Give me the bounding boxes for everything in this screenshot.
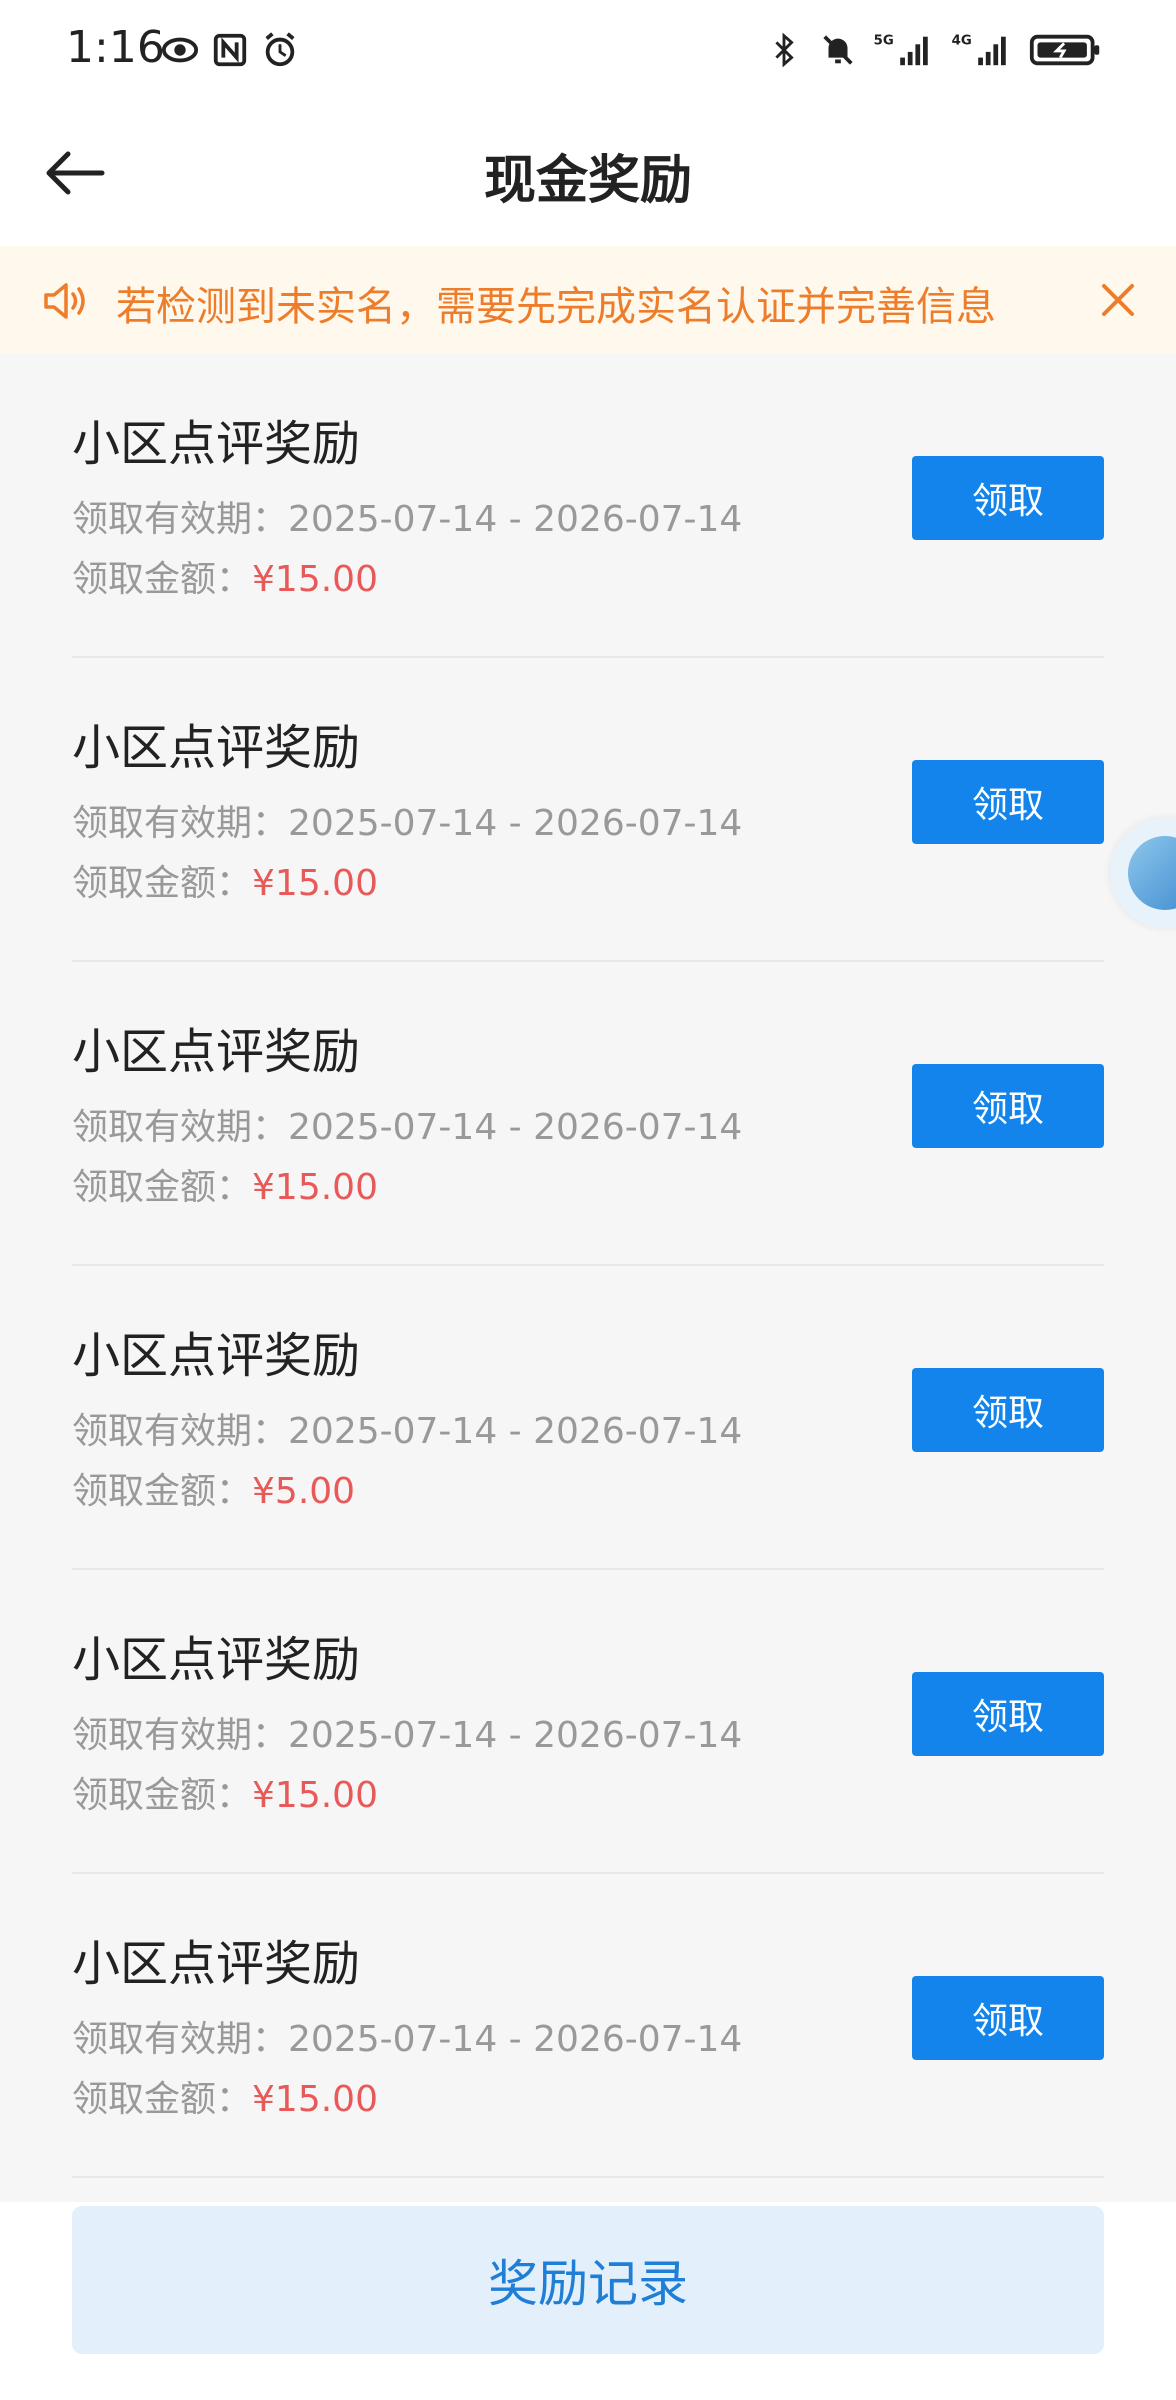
claim-button[interactable]: 领取 (912, 760, 1104, 844)
signal-4g-icon: 4G (950, 30, 1014, 70)
reward-period: 领取有效期：2025-07-14 - 2026-07-14 (72, 1706, 742, 1758)
reward-title: 小区点评奖励 (72, 1936, 361, 1992)
amount-label: 领取金额： (72, 1471, 253, 1512)
reward-title: 小区点评奖励 (72, 1632, 361, 1688)
notice-bar: 若检测到未实名，需要先完成实名认证并完善信息 (0, 246, 1176, 354)
reward-amount: 领取金额：¥5.00 (72, 1462, 355, 1514)
mute-icon (818, 30, 858, 70)
reward-title: 小区点评奖励 (72, 1328, 361, 1384)
reward-item: 小区点评奖励 领取有效期：2025-07-14 - 2026-07-14 领取金… (72, 962, 1104, 1266)
reward-period: 领取有效期：2025-07-14 - 2026-07-14 (72, 1402, 742, 1454)
reward-title: 小区点评奖励 (72, 720, 361, 776)
period-label: 领取有效期： (72, 499, 289, 540)
status-right-icons: 5G 4G (764, 30, 1104, 70)
claim-button[interactable]: 领取 (912, 1064, 1104, 1148)
amount-value: ¥5.00 (252, 1471, 356, 1512)
amount-label: 领取金额： (72, 559, 253, 600)
period-label: 领取有效期： (72, 1411, 289, 1452)
signal-5g-label: 5G (874, 33, 894, 48)
period-value: 2025-07-14 - 2026-07-14 (288, 499, 743, 540)
period-value: 2025-07-14 - 2026-07-14 (288, 2019, 743, 2060)
reward-amount: 领取金额：¥15.00 (72, 550, 378, 602)
bluetooth-icon (764, 30, 804, 70)
amount-value: ¥15.00 (252, 1775, 378, 1816)
amount-value: ¥15.00 (252, 863, 378, 904)
amount-label: 领取金额： (72, 863, 253, 904)
period-label: 领取有效期： (72, 803, 289, 844)
assistant-icon (1128, 836, 1176, 910)
status-bar: 1:16 5G 4G (0, 0, 1176, 100)
reward-list: 小区点评奖励 领取有效期：2025-07-14 - 2026-07-14 领取金… (0, 354, 1176, 2178)
period-value: 2025-07-14 - 2026-07-14 (288, 803, 743, 844)
nav-bar: 现金奖励 (0, 100, 1176, 246)
reward-item: 小区点评奖励 领取有效期：2025-07-14 - 2026-07-14 领取金… (72, 658, 1104, 962)
reward-item: 小区点评奖励 领取有效期：2025-07-14 - 2026-07-14 领取金… (72, 1874, 1104, 2178)
eye-icon (160, 30, 200, 70)
reward-item: 小区点评奖励 领取有效期：2025-07-14 - 2026-07-14 领取金… (72, 1266, 1104, 1570)
battery-icon (1028, 30, 1104, 70)
signal-4g-label: 4G (952, 33, 972, 48)
page-title: 现金奖励 (483, 151, 692, 211)
reward-period: 领取有效期：2025-07-14 - 2026-07-14 (72, 794, 742, 846)
reward-amount: 领取金额：¥15.00 (72, 1766, 378, 1818)
signal-5g-icon: 5G (872, 30, 936, 70)
period-label: 领取有效期： (72, 1107, 289, 1148)
claim-button[interactable]: 领取 (912, 456, 1104, 540)
claim-button[interactable]: 领取 (912, 1672, 1104, 1756)
period-value: 2025-07-14 - 2026-07-14 (288, 1411, 743, 1452)
reward-item: 小区点评奖励 领取有效期：2025-07-14 - 2026-07-14 领取金… (72, 1570, 1104, 1874)
reward-title: 小区点评奖励 (72, 1024, 361, 1080)
amount-label: 领取金额： (72, 2079, 253, 2120)
amount-value: ¥15.00 (252, 2079, 378, 2120)
reward-records-button[interactable]: 奖励记录 (72, 2206, 1104, 2354)
amount-label: 领取金额： (72, 1775, 253, 1816)
claim-button[interactable]: 领取 (912, 1368, 1104, 1452)
reward-period: 领取有效期：2025-07-14 - 2026-07-14 (72, 2010, 742, 2062)
reward-period: 领取有效期：2025-07-14 - 2026-07-14 (72, 490, 742, 542)
reward-title: 小区点评奖励 (72, 416, 361, 472)
amount-value: ¥15.00 (252, 1167, 378, 1208)
notice-text: 若检测到未实名，需要先完成实名认证并完善信息 (116, 284, 996, 330)
reward-amount: 领取金额：¥15.00 (72, 2070, 378, 2122)
period-label: 领取有效期： (72, 2019, 289, 2060)
period-value: 2025-07-14 - 2026-07-14 (288, 1715, 743, 1756)
close-icon[interactable] (1094, 276, 1142, 324)
period-value: 2025-07-14 - 2026-07-14 (288, 1107, 743, 1148)
speaker-icon (40, 276, 90, 326)
reward-amount: 领取金额：¥15.00 (72, 1158, 378, 1210)
amount-value: ¥15.00 (252, 559, 378, 600)
reward-item: 小区点评奖励 领取有效期：2025-07-14 - 2026-07-14 领取金… (72, 354, 1104, 658)
status-time: 1:16 (66, 22, 165, 73)
reward-period: 领取有效期：2025-07-14 - 2026-07-14 (72, 1098, 742, 1150)
amount-label: 领取金额： (72, 1167, 253, 1208)
bottom-bar: 奖励记录 (0, 2202, 1176, 2400)
status-left-icons (160, 30, 300, 70)
reward-amount: 领取金额：¥15.00 (72, 854, 378, 906)
nfc-icon (210, 30, 250, 70)
period-label: 领取有效期： (72, 1715, 289, 1756)
alarm-icon (260, 30, 300, 70)
claim-button[interactable]: 领取 (912, 1976, 1104, 2060)
